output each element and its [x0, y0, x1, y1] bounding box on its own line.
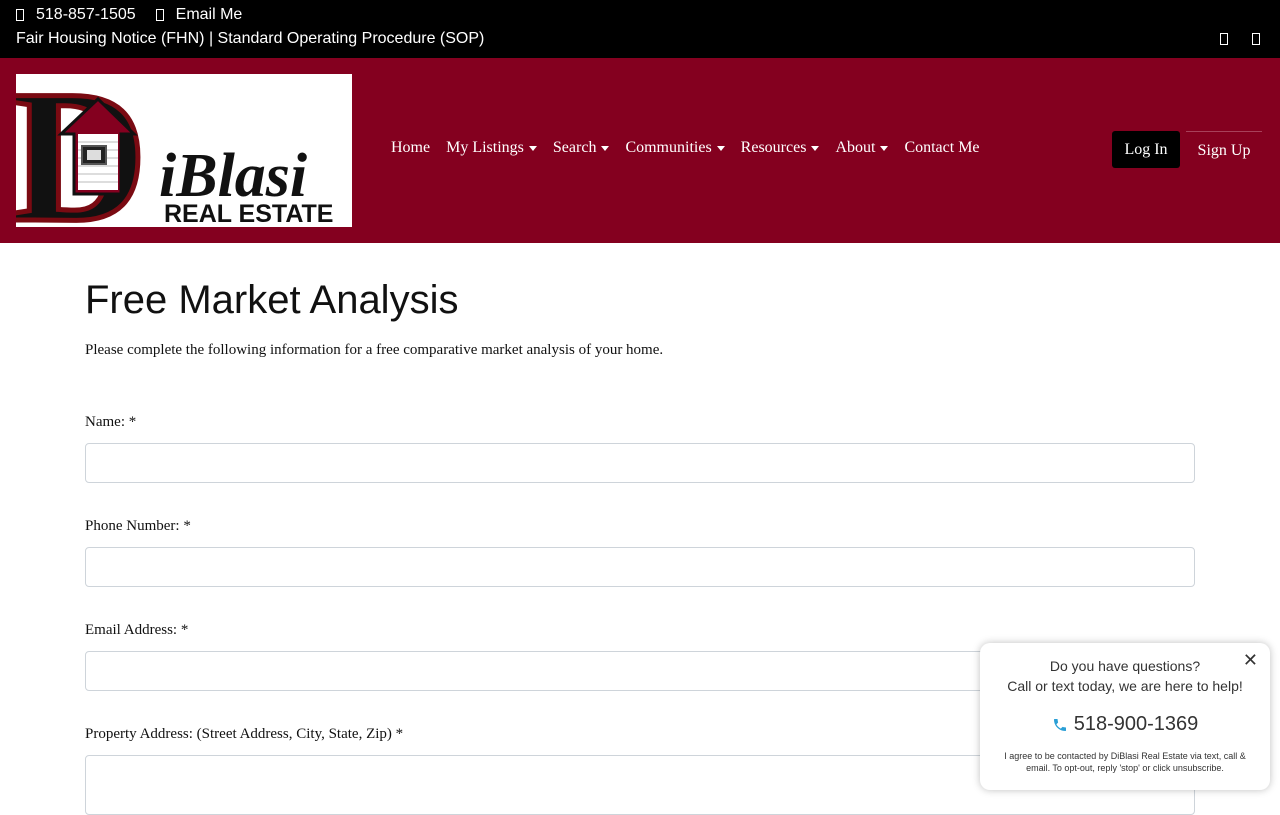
logo-graphic: D iBlasi REAL ESTATE	[16, 74, 352, 227]
main-content: Free Market Analysis Please complete the…	[85, 276, 1195, 359]
log-in-button[interactable]: Log In	[1112, 131, 1180, 168]
link-separator: |	[208, 30, 214, 47]
nav-search-label: Search	[552, 139, 597, 156]
diblasi-logo[interactable]: D iBlasi REAL ESTATE	[16, 74, 352, 227]
email-address-label: Email Address: *	[85, 622, 189, 638]
name-input[interactable]	[85, 443, 1195, 483]
chevron-down-icon	[716, 145, 725, 151]
chat-phone-link[interactable]: 518-900-1369	[980, 713, 1270, 736]
phone-text: 518-857-1505	[36, 6, 136, 23]
nav-resources-label: Resources	[740, 139, 807, 156]
logo-subtitle: REAL ESTATE	[164, 200, 333, 227]
nav-resources[interactable]: Resources	[741, 139, 820, 157]
linkedin-icon[interactable]	[1252, 33, 1260, 45]
legal-links: Fair Housing Notice (FHN) | Standard Ope…	[16, 30, 484, 48]
chevron-down-icon	[601, 145, 610, 151]
phone-number-input[interactable]	[85, 547, 1195, 587]
site-header: D iBlasi REAL ESTATE Home My Listings Se…	[0, 58, 1280, 243]
email-text: Email Me	[175, 6, 243, 23]
sign-up-button[interactable]: Sign Up	[1186, 131, 1262, 169]
chevron-down-icon	[811, 145, 820, 151]
chat-question: Do you have questions?	[1049, 658, 1201, 674]
page-title: Free Market Analysis	[85, 278, 459, 322]
phone-number-label: Phone Number: *	[85, 518, 191, 534]
chevron-down-icon	[528, 145, 537, 151]
property-address-label: Property Address: (Street Address, City,…	[85, 726, 404, 742]
nav-home[interactable]: Home	[391, 139, 430, 157]
chat-popup: ✕ Do you have questions? Call or text to…	[980, 643, 1270, 790]
nav-my-listings[interactable]: My Listings	[446, 139, 537, 157]
intro-text: Please complete the following informatio…	[85, 342, 664, 358]
nav-about[interactable]: About	[835, 139, 889, 157]
envelope-icon	[155, 9, 164, 21]
chat-phone-number: 518-900-1369	[1073, 713, 1199, 735]
phone-link[interactable]: 518-857-1505	[16, 6, 136, 24]
top-utility-bar: 518-857-1505 Email Me Fair Housing Notic…	[0, 0, 1280, 58]
nav-contact-me[interactable]: Contact Me	[904, 139, 979, 157]
nav-search[interactable]: Search	[553, 139, 610, 157]
facebook-icon[interactable]	[1220, 33, 1228, 45]
chevron-down-icon	[880, 145, 889, 151]
consent-text: I agree to be contacted by DiBlasi Real …	[1004, 751, 1246, 773]
nav-home-label: Home	[391, 139, 431, 156]
fair-housing-link[interactable]: Fair Housing Notice (FHN)	[16, 30, 204, 47]
main-nav: Home My Listings Search Communities Reso…	[391, 139, 996, 157]
nav-contact-me-label: Contact Me	[904, 139, 980, 156]
nav-about-label: About	[835, 139, 876, 156]
phone-icon	[16, 9, 24, 21]
nav-my-listings-label: My Listings	[446, 139, 524, 156]
nav-communities-label: Communities	[625, 139, 712, 156]
name-label: Name: *	[85, 414, 137, 430]
chat-invite: Call or text today, we are here to help!	[1007, 678, 1243, 694]
contact-row: 518-857-1505 Email Me	[16, 6, 262, 24]
phone-icon	[1053, 718, 1066, 731]
email-link[interactable]: Email Me	[155, 6, 243, 24]
sop-link[interactable]: Standard Operating Procedure (SOP)	[218, 30, 485, 47]
nav-communities[interactable]: Communities	[625, 139, 725, 157]
